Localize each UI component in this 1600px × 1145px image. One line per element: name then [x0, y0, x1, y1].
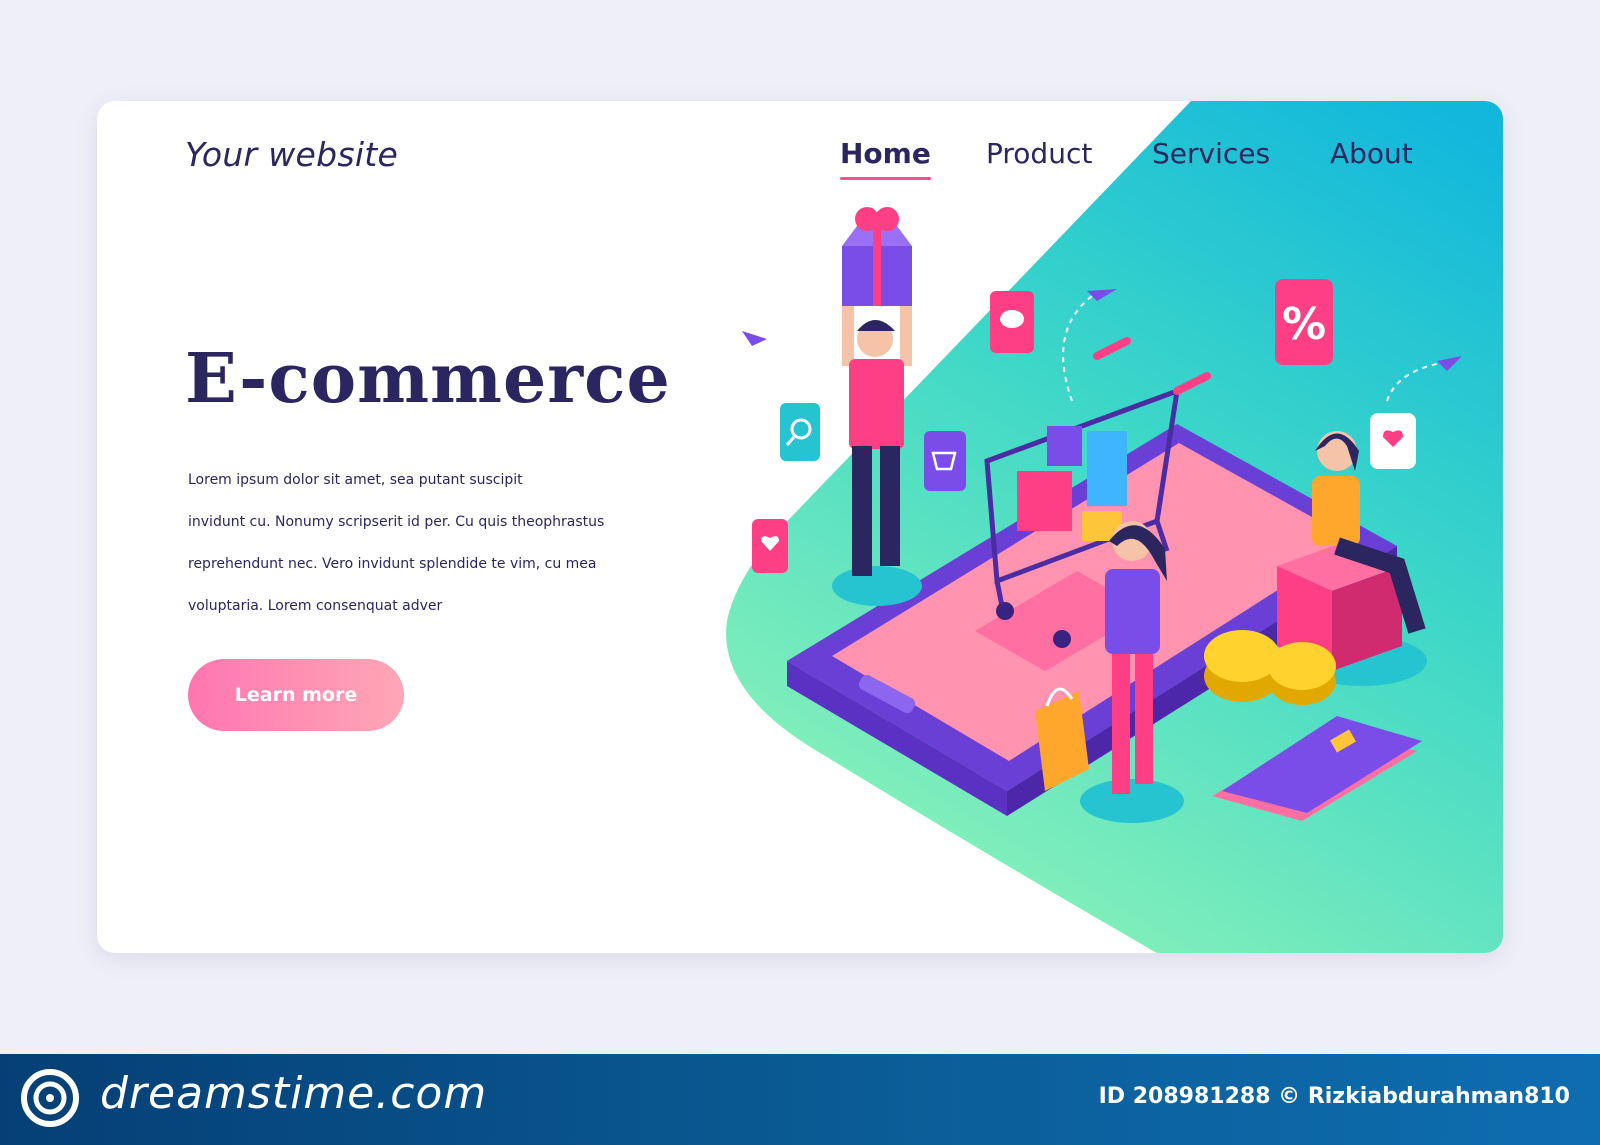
credit-card-icon	[1212, 716, 1422, 821]
footer-brand: dreamstime.com	[100, 1068, 488, 1119]
search-icon	[780, 403, 820, 461]
dreamstime-logo-icon	[21, 1069, 79, 1127]
footer-bar: dreamstime.com ID 208981288 © Rizkiabdur…	[0, 1054, 1600, 1145]
man-holding-gift	[832, 207, 922, 606]
chat-icon	[990, 291, 1034, 353]
ecommerce-illustration: %	[742, 207, 1462, 823]
discount-badge-text: %	[1282, 299, 1326, 350]
cart-icon	[924, 431, 966, 491]
heart-icon	[752, 519, 788, 573]
heart-bubble-icon	[1370, 413, 1416, 469]
landing-card: Your website Home Product Services About…	[97, 101, 1503, 953]
image-id-text: ID 208981288 © Rizkiabdurahman810	[1098, 1084, 1570, 1109]
percent-icon: %	[1275, 279, 1333, 365]
